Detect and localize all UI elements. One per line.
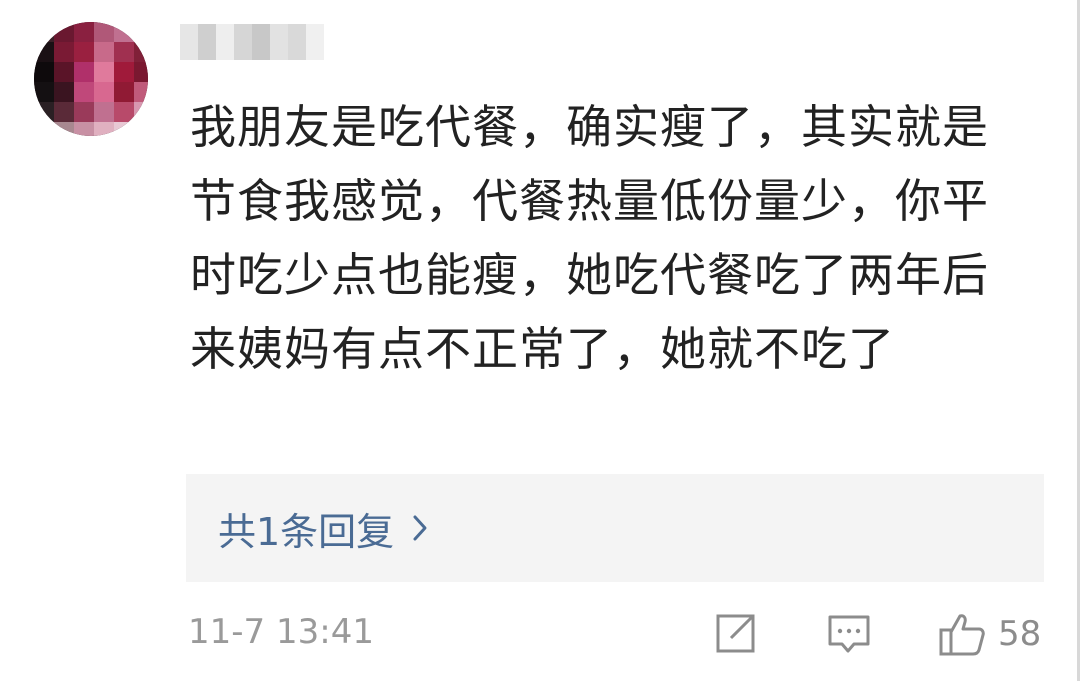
comment-timestamp: 11-7 13:41	[188, 612, 374, 652]
view-replies-button[interactable]: 共1条回复	[186, 474, 1044, 582]
like-count: 58	[998, 614, 1042, 654]
share-icon	[716, 614, 755, 653]
username[interactable]	[180, 24, 330, 60]
avatar[interactable]	[34, 22, 148, 136]
reply-button[interactable]	[826, 610, 876, 658]
comment-icon	[828, 615, 870, 653]
share-button[interactable]	[712, 610, 762, 658]
chevron-right-icon	[413, 515, 427, 541]
like-button[interactable]: 58	[938, 610, 1048, 658]
replies-label: 共1条回复	[218, 509, 395, 554]
comment-text: 我朋友是吃代餐，确实瘦了，其实就是节食我感觉，代餐热量低份量少，你平时吃少点也能…	[190, 100, 989, 376]
thumbs-up-icon	[939, 614, 985, 656]
